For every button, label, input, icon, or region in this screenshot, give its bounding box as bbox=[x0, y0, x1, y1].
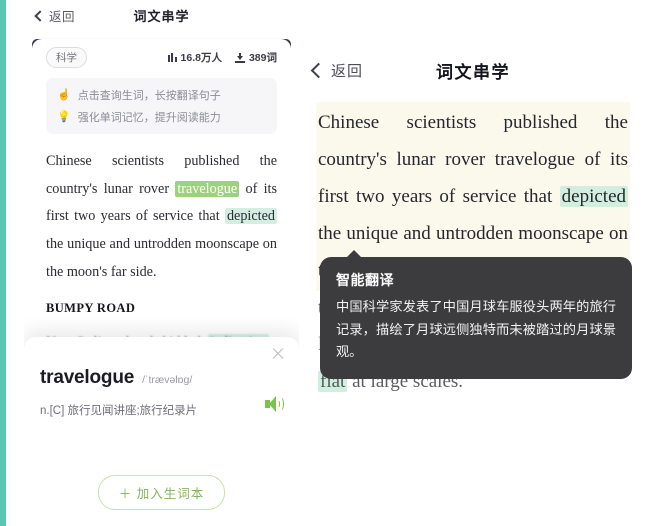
card-meta-row: 科学 16.8万人 389词 bbox=[32, 39, 291, 68]
left-edge-gap bbox=[6, 0, 24, 526]
left-page-title: 词文串学 bbox=[133, 9, 190, 24]
bar-chart-icon bbox=[167, 53, 177, 62]
text-segment: the unique and untrodden moonscape on th… bbox=[46, 236, 277, 280]
stat-readers: 16.8万人 bbox=[167, 50, 222, 65]
highlighted-word-depicted[interactable]: depicted bbox=[559, 186, 628, 208]
lightbulb-icon: 💡 bbox=[57, 110, 71, 123]
dictionary-phonetic: /ˈtrævəlɒɡ/ bbox=[142, 374, 193, 386]
screen-root: 返回 词文串学 科学 16.8万人 389词 ☝ 点击查询生词，长按翻译句子 💡… bbox=[0, 0, 647, 526]
tip-text-2: 强化单词记忆，提升阅读能力 bbox=[77, 112, 221, 124]
pointing-hand-icon: ☝ bbox=[57, 88, 71, 101]
stat-readers-value: 16.8万人 bbox=[180, 52, 222, 64]
add-to-wordbook-button[interactable]: ＋ 加入生词本 bbox=[97, 475, 226, 510]
right-navbar: 返回 词文串学 bbox=[299, 46, 647, 94]
tooltip-title: 智能翻译 bbox=[336, 272, 394, 288]
category-tag[interactable]: 科学 bbox=[46, 47, 87, 68]
dictionary-word: travelogue bbox=[40, 367, 135, 388]
left-panel: 返回 词文串学 科学 16.8万人 389词 ☝ 点击查询生词，长按翻译句子 💡… bbox=[24, 0, 299, 526]
download-icon bbox=[234, 52, 245, 63]
right-panel: 返回 词文串学 Chinese scientists published the… bbox=[299, 0, 647, 526]
add-button-container: ＋ 加入生词本 bbox=[24, 475, 299, 510]
tip-row-2: 💡 强化单词记忆，提升阅读能力 bbox=[57, 109, 266, 125]
tip-text-1: 点击查询生词，长按翻译句子 bbox=[77, 90, 221, 102]
left-navbar: 返回 词文串学 bbox=[24, 0, 299, 31]
highlighted-word-depicted[interactable]: depicted bbox=[224, 208, 277, 225]
speaker-icon[interactable] bbox=[265, 396, 284, 412]
card-stats: 16.8万人 389词 bbox=[167, 50, 277, 65]
stat-words: 389词 bbox=[234, 50, 277, 65]
highlighted-word-travelogue[interactable]: travelogue bbox=[175, 180, 240, 197]
tips-box: ☝ 点击查询生词，长按翻译句子 💡 强化单词记忆，提升阅读能力 bbox=[46, 78, 277, 134]
left-paragraph[interactable]: Chinese scientists published the country… bbox=[46, 148, 277, 286]
right-page-title: 词文串学 bbox=[436, 62, 510, 82]
tip-row-1: ☝ 点击查询生词，长按翻译句子 bbox=[57, 87, 266, 103]
left-article-text[interactable]: Chinese scientists published the country… bbox=[32, 134, 291, 357]
stat-words-value: 389词 bbox=[248, 52, 277, 64]
dictionary-definition: n.[C] 旅行见闻讲座;旅行纪录片 bbox=[40, 405, 198, 417]
close-icon[interactable] bbox=[271, 347, 285, 361]
translation-tooltip: 智能翻译 中国科学家发表了中国月球车服役头两年的旅行记录，描绘了月球远侧独特而未… bbox=[320, 249, 632, 380]
dictionary-header: travelogue /ˈtrævəlɒɡ/ bbox=[40, 367, 283, 389]
tooltip-body: 中国科学家发表了中国月球车服役头两年的旅行记录，描绘了月球远侧独特而未被踏过的月… bbox=[336, 299, 616, 360]
card-body: 科学 16.8万人 389词 ☝ 点击查询生词，长按翻译句子 💡 强化单词记忆，… bbox=[32, 39, 291, 357]
article-card: 科学 16.8万人 389词 ☝ 点击查询生词，长按翻译句子 💡 强化单词记忆，… bbox=[24, 39, 299, 357]
dictionary-sheet: travelogue /ˈtrævəlɒɡ/ n.[C] 旅行见闻讲座;旅行纪录… bbox=[24, 337, 299, 526]
section-heading: BUMPY ROAD bbox=[46, 301, 136, 316]
